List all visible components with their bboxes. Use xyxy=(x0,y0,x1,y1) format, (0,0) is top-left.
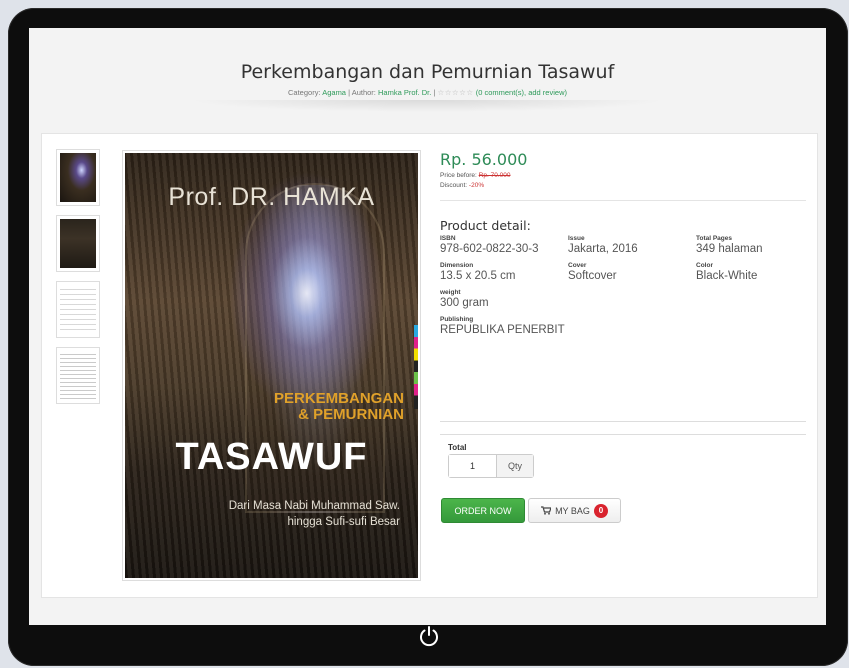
order-now-button[interactable]: ORDER NOW xyxy=(441,498,525,523)
bag-count-badge: 0 xyxy=(593,503,608,518)
author-link[interactable]: Hamka Prof. Dr. xyxy=(378,88,431,97)
category-label: Category: xyxy=(288,88,321,97)
field-publishing: Publishing REPUBLIKA PENERBIT xyxy=(440,316,565,336)
price-before: Price before: Rp. 70.000 xyxy=(440,172,511,179)
cover-image[interactable]: Prof. DR. HAMKA PERKEMBANGAN & PEMURNIAN… xyxy=(122,150,421,581)
cover-title: TASAWUF xyxy=(175,436,368,478)
product-panel: Prof. DR. HAMKA PERKEMBANGAN & PEMURNIAN… xyxy=(41,133,818,598)
quantity-control: Qty xyxy=(448,454,534,478)
my-bag-label: MY BAG xyxy=(555,505,590,516)
device-frame: Perkembangan dan Pemurnian Tasawuf Categ… xyxy=(8,8,848,666)
color-bar xyxy=(414,325,418,409)
product-detail-title: Product detail: xyxy=(440,218,531,233)
thumbnail-back-cover[interactable] xyxy=(56,215,100,272)
thumbnail-page-1[interactable] xyxy=(56,281,100,338)
field-cover: Cover Softcover xyxy=(568,262,617,282)
cover-author: Prof. DR. HAMKA xyxy=(168,183,375,211)
field-total-pages: Total Pages 349 halaman xyxy=(696,235,763,255)
field-dimension: Dimension 13.5 x 20.5 cm xyxy=(440,262,516,282)
category-link[interactable]: Agama xyxy=(322,88,346,97)
product-meta: Category: Agama | Author: Hamka Prof. Dr… xyxy=(29,88,826,97)
thumbnail-front-cover[interactable] xyxy=(56,149,100,206)
author-label: Author: xyxy=(351,88,376,97)
field-color: Color Black-White xyxy=(696,262,758,282)
total-label: Total xyxy=(448,443,467,452)
field-issue: Issue Jakarta, 2016 xyxy=(568,235,638,255)
qty-button[interactable]: Qty xyxy=(497,455,533,477)
product-info: Rp. 56.000 Price before: Rp. 70.000 Disc… xyxy=(440,150,806,336)
divider xyxy=(440,200,806,201)
meta-separator: | xyxy=(348,88,351,97)
field-isbn: ISBN 978-602-0822-30-3 xyxy=(440,235,539,255)
book-cover: Prof. DR. HAMKA PERKEMBANGAN & PEMURNIAN… xyxy=(125,153,418,578)
thumbnail-list xyxy=(56,149,102,413)
thumbnail-page-2[interactable] xyxy=(56,347,100,404)
cover-subtitle: PERKEMBANGAN & PEMURNIAN xyxy=(273,390,404,423)
detail-grid: ISBN 978-602-0822-30-3 Issue Jakarta, 20… xyxy=(440,235,806,282)
quantity-input[interactable] xyxy=(449,455,497,477)
review-link[interactable]: (0 comment(s), add review) xyxy=(476,88,567,97)
price: Rp. 56.000 xyxy=(440,150,528,169)
screen: Perkembangan dan Pemurnian Tasawuf Categ… xyxy=(29,28,826,625)
cover-tagline: Dari Masa Nabi Muhammad Saw. hingga Sufi… xyxy=(228,500,400,528)
cart-icon xyxy=(541,506,552,515)
page-title: Perkembangan dan Pemurnian Tasawuf xyxy=(240,61,615,83)
divider xyxy=(440,421,806,422)
field-weight: weight 300 gram xyxy=(440,289,489,309)
my-bag-button[interactable]: MY BAG 0 xyxy=(528,498,621,523)
meta-separator: | xyxy=(433,88,436,97)
header-shadow xyxy=(189,100,666,112)
divider xyxy=(440,434,806,435)
discount: Discount: -20% xyxy=(440,182,485,189)
power-icon[interactable] xyxy=(416,623,442,649)
rating-stars[interactable]: ☆☆☆☆☆ xyxy=(437,88,473,97)
